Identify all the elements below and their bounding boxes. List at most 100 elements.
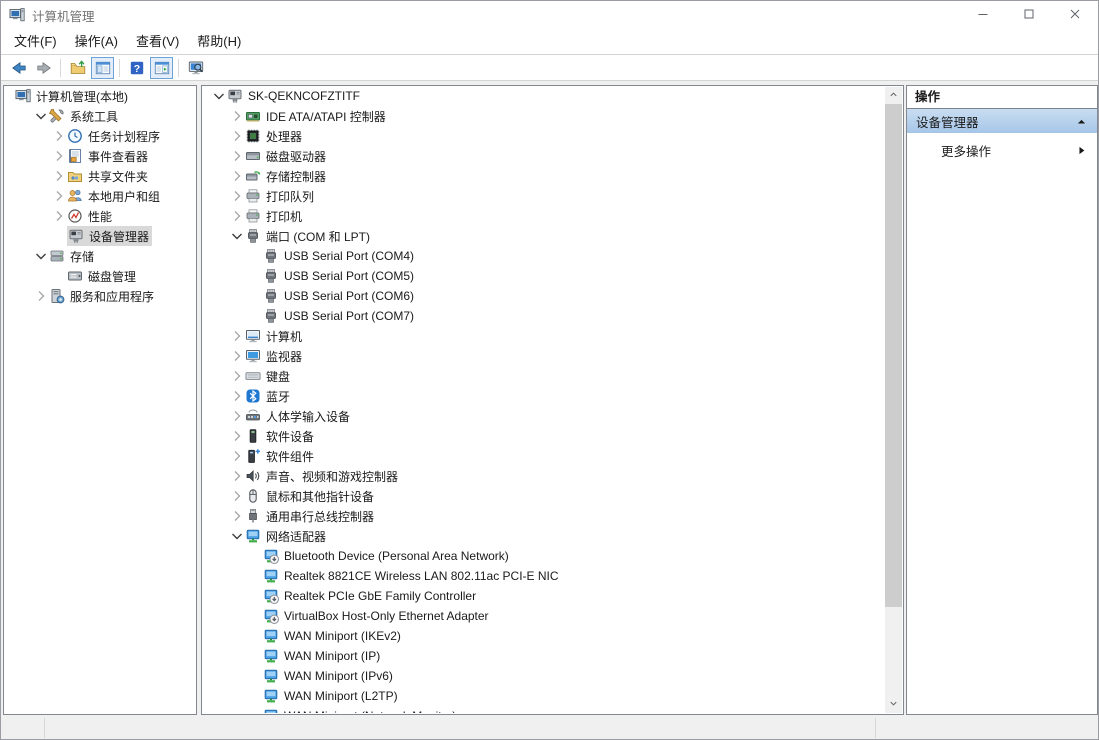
actions-section-device-manager[interactable]: 设备管理器 [907,109,1097,133]
back-button[interactable] [7,57,30,79]
expander-collapsed-icon[interactable] [229,348,245,364]
category-monitors[interactable]: 监视器 [203,346,885,366]
category-software-components[interactable]: 软件组件 [203,446,885,466]
device-bluetooth-pan[interactable]: Bluetooth Device (Personal Area Network) [203,546,885,566]
sidebar-item-device-manager[interactable]: 设备管理器 [5,226,195,246]
sidebar-item-event-viewer[interactable]: 事件查看器 [5,146,195,166]
expander-expanded-icon[interactable] [229,228,245,244]
forward-button[interactable] [32,57,55,79]
expander-collapsed-icon[interactable] [229,428,245,444]
category-storage-controllers[interactable]: 存储控制器 [203,166,885,186]
scroll-up-button[interactable] [885,87,902,104]
toolbar-separator [119,59,120,77]
device-realtek-wireless[interactable]: Realtek 8821CE Wireless LAN 802.11ac PCI… [203,566,885,586]
expander-collapsed-icon[interactable] [229,168,245,184]
expander-collapsed-icon[interactable] [229,208,245,224]
expander-collapsed-icon[interactable] [51,148,67,164]
device-usb-serial-com4[interactable]: USB Serial Port (COM4) [203,246,885,266]
category-disk-drives[interactable]: 磁盘驱动器 [203,146,885,166]
expander-expanded-icon[interactable] [211,88,227,104]
device-usb-serial-com6[interactable]: USB Serial Port (COM6) [203,286,885,306]
category-usb-controllers[interactable]: 通用串行总线控制器 [203,506,885,526]
category-ports-com-lpt[interactable]: 端口 (COM 和 LPT) [203,226,885,246]
expander-collapsed-icon[interactable] [229,368,245,384]
tree-item-label: 事件查看器 [88,148,148,165]
sidebar-item-storage[interactable]: 存储 [5,246,195,266]
expander-collapsed-icon[interactable] [229,468,245,484]
category-network-adapters[interactable]: 网络适配器 [203,526,885,546]
expander-collapsed-icon[interactable] [229,328,245,344]
expander-expanded-icon[interactable] [229,528,245,544]
category-sound-controllers[interactable]: 声音、视频和游戏控制器 [203,466,885,486]
tree-item-label: WAN Miniport (IP) [284,649,380,663]
expander-collapsed-icon[interactable] [229,508,245,524]
expander-expanded-icon[interactable] [33,248,49,264]
sidebar-item-system-tools[interactable]: 系统工具 [5,106,195,126]
category-software-devices[interactable]: 软件设备 [203,426,885,446]
category-hid[interactable]: 人体学输入设备 [203,406,885,426]
device-wan-ipv6[interactable]: WAN Miniport (IPv6) [203,666,885,686]
category-printers[interactable]: 打印机 [203,206,885,226]
menu-view[interactable]: 查看(V) [127,29,188,54]
sidebar-item-services-apps[interactable]: 服务和应用程序 [5,286,195,306]
expander-collapsed-icon[interactable] [229,128,245,144]
maximize-button[interactable] [1006,1,1052,29]
scan-hardware-changes-button[interactable] [184,57,207,79]
sidebar-item-task-scheduler[interactable]: 任务计划程序 [5,126,195,146]
tree-item-label: WAN Miniport (IPv6) [284,669,393,683]
expander-collapsed-icon[interactable] [51,208,67,224]
scroll-down-button[interactable] [885,696,902,713]
sidebar-item-local-users-groups[interactable]: 本地用户和组 [5,186,195,206]
expander-collapsed-icon[interactable] [229,148,245,164]
sidebar-item-disk-management[interactable]: 磁盘管理 [5,266,195,286]
category-bluetooth[interactable]: 蓝牙 [203,386,885,406]
tree-item-label: Realtek PCIe GbE Family Controller [284,589,476,603]
up-one-level-button[interactable] [66,57,89,79]
device-wan-network-monitor[interactable]: WAN Miniport (Network Monitor) [203,706,885,713]
device-virtualbox-adapter[interactable]: VirtualBox Host-Only Ethernet Adapter [203,606,885,626]
expander-collapsed-icon[interactable] [51,128,67,144]
expander-collapsed-icon[interactable] [33,288,49,304]
collapse-section-icon[interactable] [1075,115,1088,128]
category-print-queues[interactable]: 打印队列 [203,186,885,206]
menu-help[interactable]: 帮助(H) [188,29,250,54]
root-computer-node[interactable]: SK-QEKNCOFZTITF [203,86,885,106]
category-ide-controllers[interactable]: IDE ATA/ATAPI 控制器 [203,106,885,126]
device-wan-l2tp[interactable]: WAN Miniport (L2TP) [203,686,885,706]
tree-item-label: Realtek 8821CE Wireless LAN 802.11ac PCI… [284,569,559,583]
category-computer[interactable]: 计算机 [203,326,885,346]
expander-collapsed-icon[interactable] [51,168,67,184]
expander-collapsed-icon[interactable] [229,188,245,204]
more-actions-item[interactable]: 更多操作 [907,138,1097,162]
device-usb-serial-com5[interactable]: USB Serial Port (COM5) [203,266,885,286]
category-mice[interactable]: 鼠标和其他指针设备 [203,486,885,506]
device-usb-serial-com7[interactable]: USB Serial Port (COM7) [203,306,885,326]
cpu-icon [245,128,261,144]
expander-collapsed-icon[interactable] [229,488,245,504]
expander-collapsed-icon[interactable] [229,408,245,424]
device-wan-ikev2[interactable]: WAN Miniport (IKEv2) [203,626,885,646]
win-min-icon [975,6,991,25]
minimize-button[interactable] [960,1,1006,29]
menu-file[interactable]: 文件(F) [5,29,66,54]
sidebar-item-computer-management-root[interactable]: 计算机管理(本地) [5,86,195,106]
menu-action[interactable]: 操作(A) [66,29,127,54]
vertical-scrollbar[interactable] [885,87,902,713]
category-processors[interactable]: 处理器 [203,126,885,146]
help-button[interactable]: ? [125,57,148,79]
close-button[interactable] [1052,1,1098,29]
console-tree-toggle[interactable] [91,57,114,79]
device-realtek-gbe[interactable]: Realtek PCIe GbE Family Controller [203,586,885,606]
sidebar-item-shared-folders[interactable]: 共享文件夹 [5,166,195,186]
expander-collapsed-icon[interactable] [229,108,245,124]
tree-item-label: WAN Miniport (L2TP) [284,689,398,703]
expander-collapsed-icon[interactable] [229,448,245,464]
action-pane-toggle[interactable] [150,57,173,79]
expander-collapsed-icon[interactable] [229,388,245,404]
category-keyboards[interactable]: 键盘 [203,366,885,386]
device-wan-ip[interactable]: WAN Miniport (IP) [203,646,885,666]
sidebar-item-performance[interactable]: 性能 [5,206,195,226]
scrollbar-thumb[interactable] [885,104,902,607]
expander-expanded-icon[interactable] [33,108,49,124]
expander-collapsed-icon[interactable] [51,188,67,204]
